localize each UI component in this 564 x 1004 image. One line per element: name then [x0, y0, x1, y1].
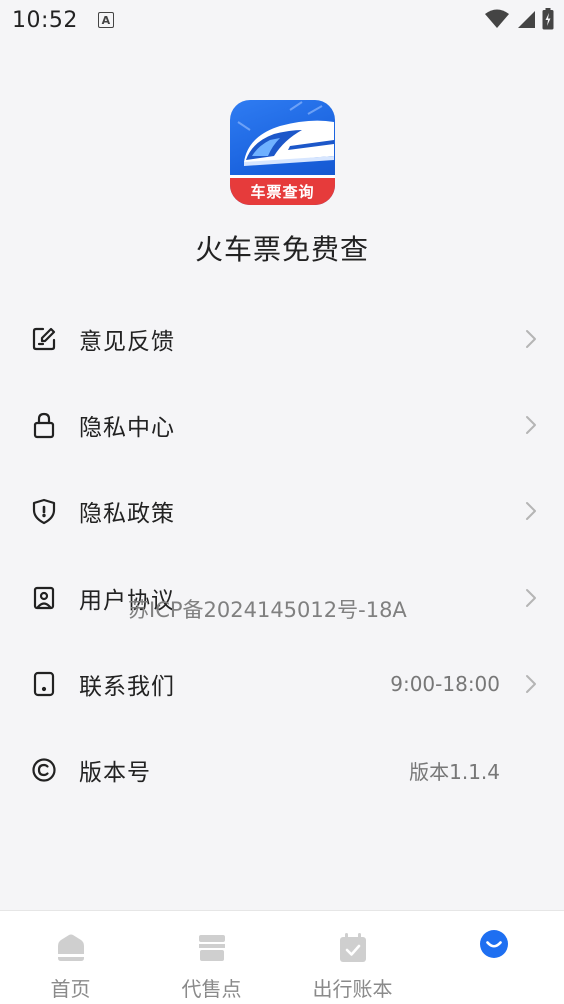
status-time: 10:52 [12, 7, 78, 33]
calendar-check-icon [336, 931, 370, 965]
contact-hours: 9:00-18:00 [390, 671, 500, 696]
tab-travel-ledger[interactable]: 出行账本 [282, 911, 423, 1004]
battery-icon [542, 8, 554, 30]
chevron-right-icon [526, 588, 536, 607]
app-name: 火车票免费查 [194, 233, 369, 266]
wifi-icon [485, 9, 509, 28]
menu-item-feedback[interactable]: 意见反馈 [0, 296, 564, 382]
version-value: 版本1.1.4 [409, 759, 500, 784]
menu-label: 版本号 [79, 760, 151, 787]
menu-item-privacy-policy[interactable]: 隐私政策 [0, 468, 564, 554]
tab-agency[interactable]: 代售点 [141, 911, 282, 1004]
chevron-right-icon [526, 502, 536, 521]
notification-icon: A [97, 12, 114, 28]
store-icon [195, 931, 229, 965]
feedback-edit-icon [30, 325, 58, 353]
tab-label: 出行账本 [312, 977, 393, 1001]
menu-label: 用户协议 [79, 587, 175, 614]
status-icons [484, 8, 554, 30]
copyright-icon [30, 756, 58, 784]
bottom-tab-bar: 首页 代售点 出行账本 [0, 910, 564, 1004]
lock-icon [30, 411, 58, 439]
tab-label: 首页 [50, 977, 91, 1001]
tab-label: 代售点 [181, 977, 242, 1001]
shield-icon [30, 497, 58, 525]
menu-item-contact-us[interactable]: 联系我们 9:00-18:00 [0, 641, 564, 727]
train-icon [237, 101, 334, 166]
status-bar: 10:52 A [0, 0, 564, 40]
phone-icon [30, 670, 58, 698]
app-logo: 车票查询 [230, 100, 335, 205]
profile-smile-icon [477, 927, 511, 961]
menu-label: 意见反馈 [79, 329, 175, 356]
tab-profile[interactable] [423, 911, 564, 1004]
menu-label: 联系我们 [79, 673, 175, 700]
home-icon [54, 931, 88, 965]
tab-home[interactable]: 首页 [0, 911, 141, 1004]
chevron-right-icon [526, 674, 536, 693]
settings-menu: 意见反馈 隐私中心 隐私政策 用户协议 联系我们 9:00-18:00 版本号 … [0, 296, 564, 813]
menu-item-version: 版本号 版本1.1.4 [0, 727, 564, 813]
menu-item-user-agreement[interactable]: 用户协议 [0, 555, 564, 641]
cell-signal-icon [518, 11, 535, 28]
chevron-right-icon [526, 416, 536, 435]
menu-item-privacy-center[interactable]: 隐私中心 [0, 382, 564, 468]
user-agreement-icon [30, 584, 58, 612]
logo-banner: 车票查询 [230, 175, 335, 205]
menu-label: 隐私政策 [79, 501, 175, 528]
chevron-right-icon [526, 330, 536, 349]
menu-label: 隐私中心 [79, 415, 175, 442]
